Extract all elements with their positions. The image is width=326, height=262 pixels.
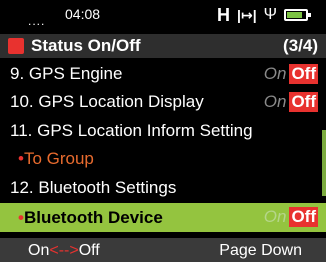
menu-item-gps-location-display[interactable]: 10. GPS Location Display On Off <box>0 88 326 116</box>
menu-item-label: 12. Bluetooth Settings <box>10 178 177 197</box>
submenu-item-label: •Bluetooth Device <box>18 207 163 227</box>
left-softkey-on-off[interactable]: On<-->Off <box>28 242 100 260</box>
network-h-icon: H <box>217 4 231 25</box>
toggle-on-option: On <box>263 64 287 83</box>
submenu-item-label: •To Group <box>18 149 94 168</box>
softkey-bar: On<-->Off Page Down <box>0 238 326 262</box>
submenu-item-bluetooth-device[interactable]: •Bluetooth Device On Off <box>0 203 326 232</box>
menu-item-gps-location-inform-setting[interactable]: 11. GPS Location Inform Setting <box>0 117 326 145</box>
transfer-arrow-icon: |↦| <box>237 6 257 23</box>
menu-item-label: 11. GPS Location Inform Setting <box>10 121 253 140</box>
signal-strength-indicator: .... <box>28 14 46 28</box>
battery-icon <box>284 9 311 21</box>
on-off-toggle[interactable]: On Off <box>264 64 318 84</box>
toggle-on-option: On <box>263 92 287 111</box>
menu-item-label: 9. GPS Engine <box>10 64 123 83</box>
page-title: Status On/Off <box>31 36 141 55</box>
menu-item-gps-engine[interactable]: 9. GPS Engine On Off <box>0 60 326 88</box>
on-off-toggle[interactable]: On Off <box>264 207 318 227</box>
page-indicator: (3/4) <box>283 36 318 55</box>
battery-level-fill <box>287 12 302 18</box>
toggle-off-option: Off <box>289 92 318 112</box>
on-off-toggle[interactable]: On Off <box>264 92 318 112</box>
scrollbar-thumb[interactable] <box>322 130 326 196</box>
toggle-off-option: Off <box>289 207 318 227</box>
clock: 04:08 <box>65 6 101 22</box>
status-icons: H |↦| Ψ <box>217 4 311 26</box>
screen-header: Status On/Off (3/4) <box>0 34 326 58</box>
status-bar: .... 04:08 H |↦| Ψ <box>0 0 326 33</box>
phone-screen: .... 04:08 H |↦| Ψ Status On/Off (3/4) 9… <box>0 0 326 262</box>
toggle-off-option: Off <box>289 64 318 84</box>
toggle-on-option: On <box>263 207 287 226</box>
menu-item-label: 10. GPS Location Display <box>10 92 204 111</box>
usb-icon: Ψ <box>263 6 277 23</box>
menu-item-bluetooth-settings[interactable]: 12. Bluetooth Settings <box>0 174 326 202</box>
toggle-arrows-icon: <--> <box>49 242 79 259</box>
submenu-item-to-group[interactable]: •To Group <box>0 145 326 173</box>
right-softkey-page-down[interactable]: Page Down <box>219 242 302 260</box>
category-icon <box>8 38 24 54</box>
